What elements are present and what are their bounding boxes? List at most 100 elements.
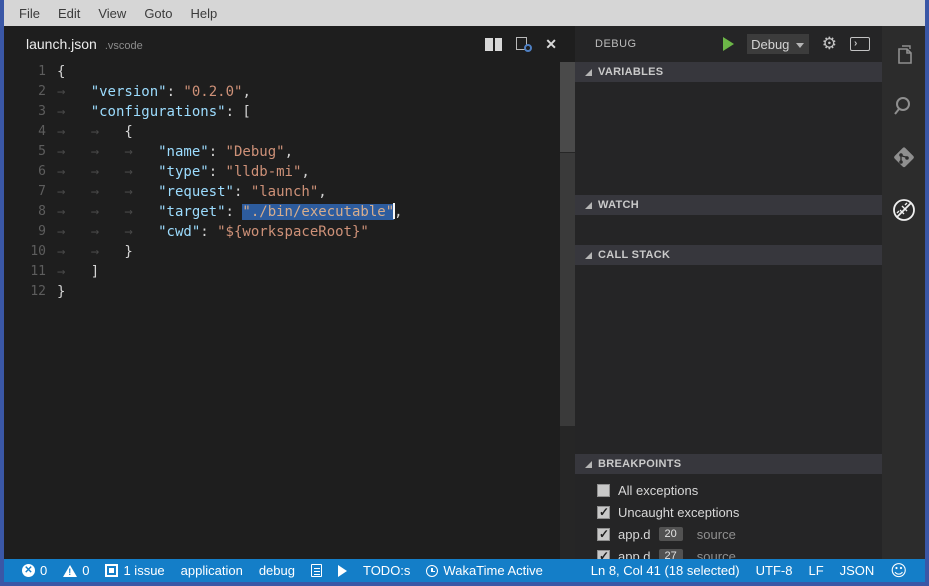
search-icon[interactable] [890, 92, 918, 120]
issues-status[interactable]: 1 issue [97, 559, 172, 582]
section-label: WATCH [598, 199, 639, 211]
run-status[interactable] [330, 559, 355, 582]
code-token: : [234, 184, 251, 200]
menu-edit[interactable]: Edit [49, 2, 89, 25]
debug-config-dropdown[interactable]: Debug [747, 34, 809, 54]
section-header-breakpoints[interactable]: BREAKPOINTS [575, 454, 882, 474]
build-config-status[interactable]: debug [251, 559, 303, 582]
line-number-badge: 20 [659, 527, 683, 541]
feedback-status[interactable]: ☺ [882, 563, 915, 579]
code-line[interactable]: 11→] [4, 262, 575, 282]
tab-whitespace-marker: → [57, 122, 91, 142]
code-token: , [318, 184, 326, 200]
tab-whitespace-marker: → [57, 102, 91, 122]
encoding-status[interactable]: UTF-8 [748, 563, 801, 578]
warning-count-value: 0 [82, 563, 89, 578]
code-token: : [200, 224, 217, 240]
build-doc-status[interactable] [303, 559, 330, 582]
split-editor-icon[interactable] [485, 38, 502, 51]
code-line[interactable]: 3→"configurations": [ [4, 102, 575, 122]
error-count[interactable]: ✕ 0 [14, 559, 55, 582]
code-token: , [394, 204, 402, 220]
code-line[interactable]: 12} [4, 282, 575, 302]
warning-count[interactable]: 0 [55, 559, 97, 582]
code-line[interactable]: 6→→→"type": "lldb-mi", [4, 162, 575, 182]
menu-goto[interactable]: Goto [135, 2, 181, 25]
issues-label: 1 issue [123, 563, 164, 578]
activity-bar [882, 26, 925, 559]
code-token: : [226, 204, 243, 220]
menu-file[interactable]: File [10, 2, 49, 25]
eol-status[interactable]: LF [800, 563, 831, 578]
wakatime-status[interactable]: WakaTime Active [418, 559, 550, 582]
breakpoint-row[interactable]: All exceptions [575, 479, 882, 501]
language-mode-label: JSON [840, 563, 875, 578]
cursor-position-label: Ln 8, Col 41 (18 selected) [591, 563, 740, 578]
status-bar: ✕ 0 0 1 issue application debug TODO:s W… [4, 559, 925, 582]
explorer-files-icon[interactable] [890, 40, 918, 68]
start-debug-icon[interactable] [723, 37, 734, 51]
gear-icon[interactable]: ⚙ [822, 36, 837, 53]
breakpoint-row[interactable]: app.d20source [575, 523, 882, 545]
tab-whitespace-marker: → [91, 182, 125, 202]
cursor-position-status[interactable]: Ln 8, Col 41 (18 selected) [583, 563, 748, 578]
tab-whitespace-marker: → [124, 142, 158, 162]
code-token: , [301, 164, 309, 180]
menu-bar: File Edit View Goto Help [4, 0, 925, 26]
editor-pane: launch.json .vscode ✕ 1{2→"version": "0.… [4, 26, 575, 559]
editor-scrollbar[interactable] [560, 62, 575, 559]
debug-icon[interactable] [890, 196, 918, 224]
tab-whitespace-marker: → [57, 202, 91, 222]
tab-whitespace-marker: → [91, 242, 125, 262]
line-number: 8 [4, 202, 46, 222]
line-number: 9 [4, 222, 46, 242]
line-number: 2 [4, 82, 46, 102]
tab-whitespace-marker: → [124, 182, 158, 202]
tab-whitespace-marker: → [57, 142, 91, 162]
breakpoint-checkbox[interactable] [597, 484, 610, 497]
twistie-icon [585, 252, 592, 259]
section-header-callstack[interactable]: CALL STACK [575, 245, 882, 265]
section-label: CALL STACK [598, 249, 670, 261]
code-token: , [242, 84, 250, 100]
close-icon[interactable]: ✕ [545, 37, 557, 51]
todos-status[interactable]: TODO:s [355, 559, 418, 582]
code-line[interactable]: 7→→→"request": "launch", [4, 182, 575, 202]
git-icon[interactable] [890, 144, 918, 172]
breakpoint-row[interactable]: Uncaught exceptions [575, 501, 882, 523]
scrollbar-thumb[interactable] [560, 62, 575, 152]
error-icon: ✕ [22, 564, 35, 577]
tab-whitespace-marker: → [91, 222, 125, 242]
code-line[interactable]: 10→→} [4, 242, 575, 262]
code-token: "type" [158, 164, 209, 180]
sidebar-title: DEBUG [595, 38, 637, 50]
code-token: "target" [158, 204, 225, 220]
code-line[interactable]: 5→→→"name": "Debug", [4, 142, 575, 162]
language-mode-status[interactable]: JSON [832, 563, 883, 578]
code-token: : [ [226, 104, 251, 120]
section-header-variables[interactable]: VARIABLES [575, 62, 882, 82]
code-token: "name" [158, 144, 209, 160]
code-line[interactable]: 9→→→"cwd": "${workspaceRoot}" [4, 222, 575, 242]
line-number: 10 [4, 242, 46, 262]
open-console-icon[interactable]: › [850, 37, 870, 51]
section-header-watch[interactable]: WATCH [575, 195, 882, 215]
menu-help[interactable]: Help [182, 2, 227, 25]
open-preview-icon[interactable] [516, 37, 531, 52]
breakpoint-checkbox[interactable] [597, 506, 610, 519]
editor-actions: ✕ [485, 37, 575, 52]
code-token: "${workspaceRoot}" [217, 224, 369, 240]
window-border-bottom [0, 582, 929, 586]
code-line[interactable]: 2→"version": "0.2.0", [4, 82, 575, 102]
project-status[interactable]: application [173, 559, 251, 582]
tab-whitespace-marker: → [124, 162, 158, 182]
menu-view[interactable]: View [89, 2, 135, 25]
code-line[interactable]: 4→→{ [4, 122, 575, 142]
code-area[interactable]: 1{2→"version": "0.2.0",3→"configurations… [4, 62, 575, 302]
debug-sidebar: DEBUG Debug ⚙ › VARIABLES WATCH CALL STA [575, 26, 882, 559]
code-token: : [209, 164, 226, 180]
code-line[interactable]: 1{ [4, 62, 575, 82]
code-line[interactable]: 8→→→"target": "./bin/executable", [4, 202, 575, 222]
code-token: "./bin/executable" [242, 204, 394, 220]
breakpoint-checkbox[interactable] [597, 528, 610, 541]
